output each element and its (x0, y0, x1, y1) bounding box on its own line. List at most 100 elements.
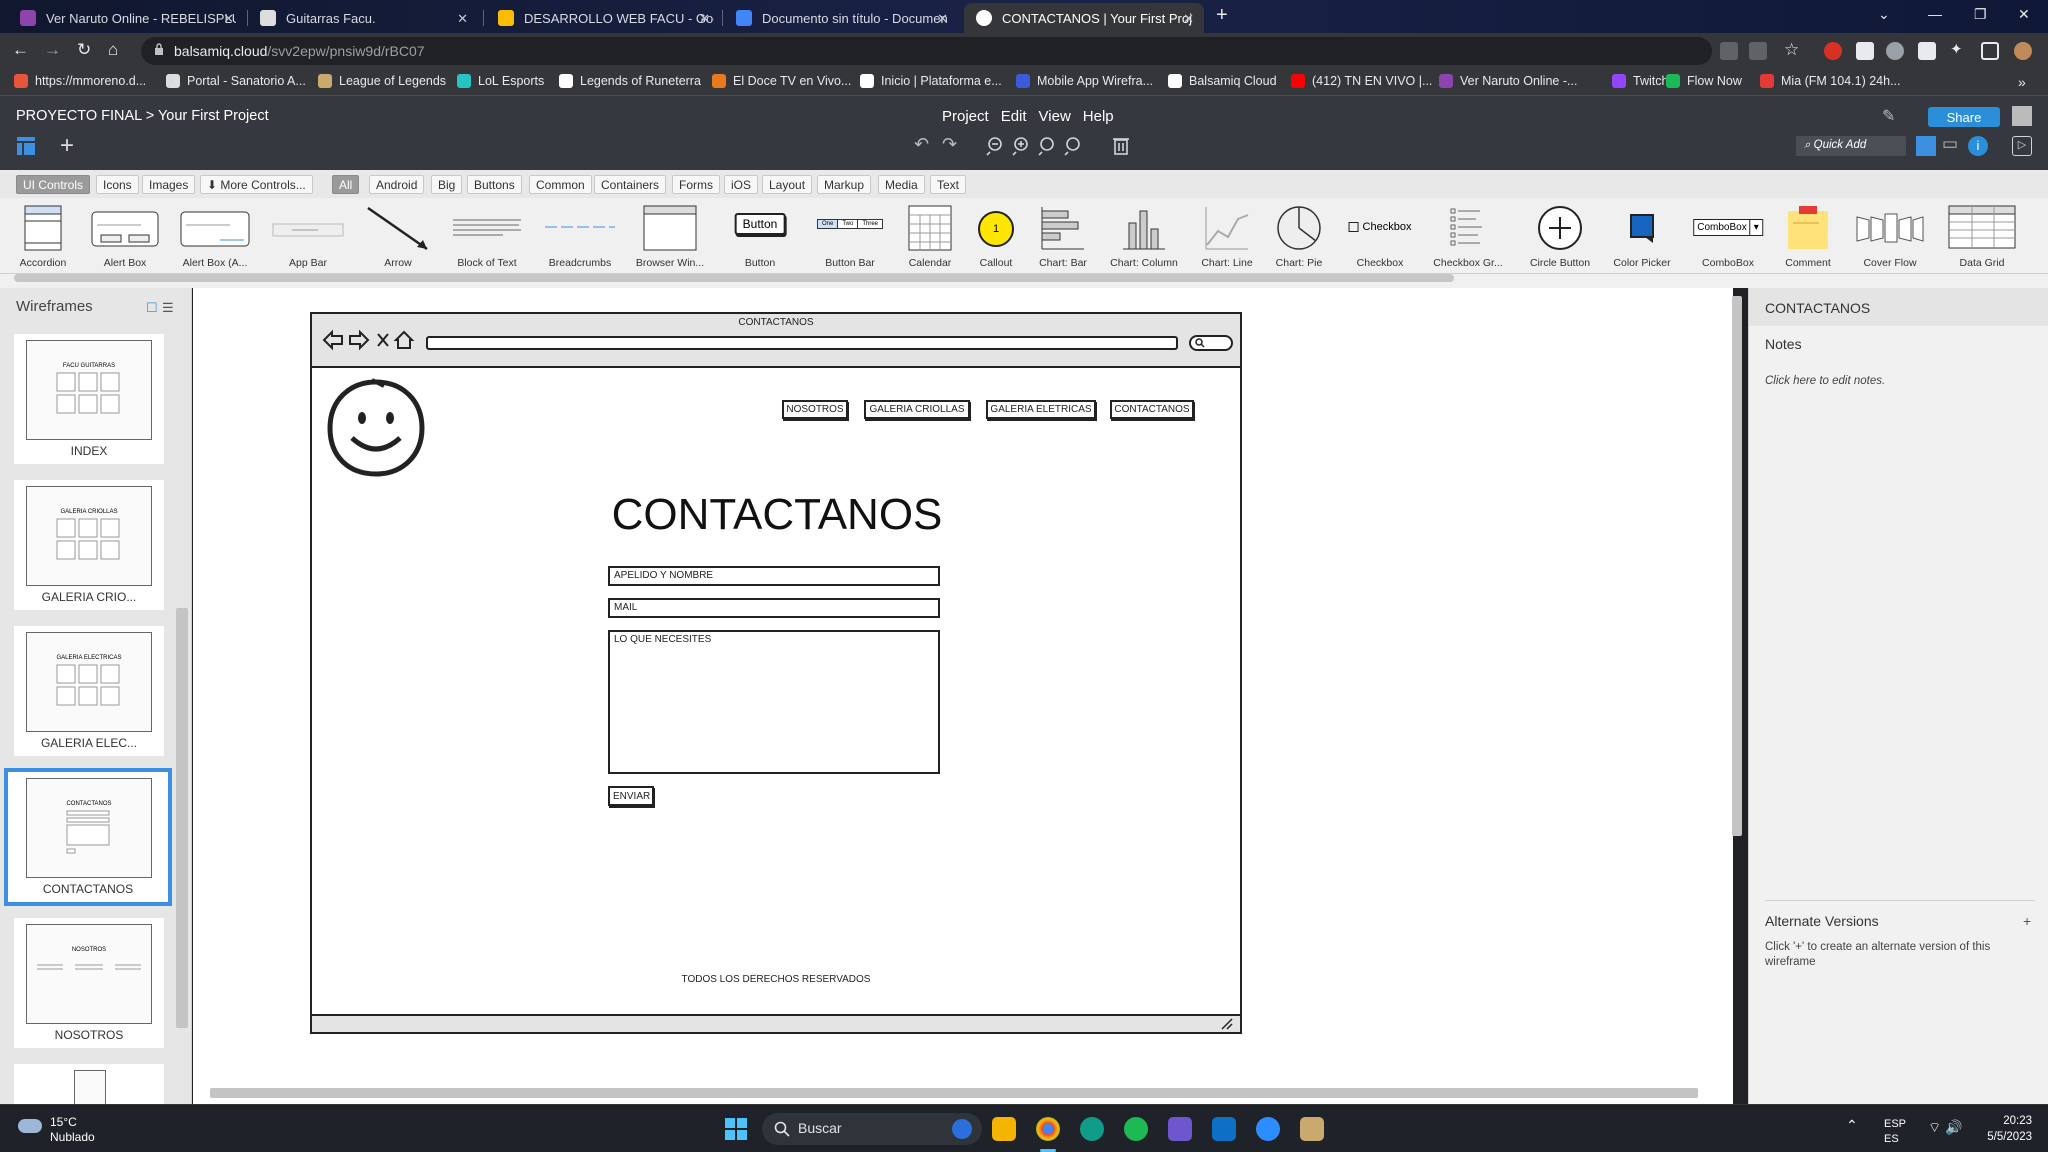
file-explorer-icon[interactable] (992, 1117, 1016, 1141)
grid-view-icon[interactable] (1916, 136, 1936, 156)
category-text[interactable]: Text (930, 175, 967, 194)
back-icon[interactable]: ← (12, 40, 29, 60)
bookmark-item[interactable]: El Doce TV en Vivo... (712, 74, 851, 88)
thumbnail-view-icon[interactable]: ☐ (146, 300, 158, 316)
bookmark-item[interactable]: Twitch (1612, 74, 1668, 88)
bookmarks-overflow-button[interactable]: » (2018, 74, 2026, 90)
info-icon[interactable]: i (1968, 136, 1988, 156)
redo-icon[interactable]: ↷ (942, 134, 957, 155)
bookmark-item[interactable]: Flow Now (1666, 74, 1742, 88)
wireframe-thumb-index[interactable]: FACU GUITARRAS INDEX (14, 334, 164, 464)
menu-view[interactable]: View (1039, 108, 1071, 125)
wireframe-thumb-more[interactable] (14, 1064, 164, 1106)
filter-icons[interactable]: Icons (96, 175, 139, 194)
new-tab-button[interactable]: + (1216, 4, 1228, 27)
trash-icon[interactable] (1110, 134, 1132, 156)
canvas-horizontal-scrollbar[interactable] (210, 1088, 1698, 1098)
league-client-icon[interactable] (1300, 1117, 1324, 1141)
category-all[interactable]: All (332, 175, 360, 194)
wireframe-browser-window[interactable]: CONTACTANOS NOSOTROS GALERIA CRIOLLAS GA… (310, 312, 1242, 1034)
bookmark-item[interactable]: Portal - Sanatorio A... (166, 74, 306, 88)
bookmark-item[interactable]: Mia (FM 104.1) 24h... (1760, 74, 1901, 88)
category-buttons[interactable]: Buttons (467, 175, 522, 194)
category-layout[interactable]: Layout (762, 175, 813, 194)
weather-widget[interactable]: 15°C Nublado (18, 1115, 95, 1145)
windows-start-icon[interactable] (724, 1117, 748, 1141)
category-forms[interactable]: Forms (672, 175, 720, 194)
bookmark-star-icon[interactable]: ☆ (1784, 40, 1799, 60)
edit-pencil-icon[interactable]: ✎ (1882, 106, 1895, 126)
network-volume-icon[interactable]: ⌔ 🔊 (1928, 1119, 1962, 1137)
category-markup[interactable]: Markup (817, 175, 872, 194)
bookmark-item[interactable]: LoL Esports (457, 74, 544, 88)
bookmark-item[interactable]: Legends of Runeterra (559, 74, 701, 88)
quick-add-input[interactable]: ⌕ Quick Add (1796, 136, 1906, 156)
bookmark-item[interactable]: Mobile App Wirefra... (1016, 74, 1153, 88)
bookmark-item[interactable]: Inicio | Plataforma e... (860, 74, 1002, 88)
tab-desarrollo[interactable]: DESARROLLO WEB FACU - Goog ✕ (486, 3, 720, 33)
minimize-icon[interactable]: — (1928, 6, 1942, 22)
bookmark-item[interactable]: Balsamiq Cloud (1168, 74, 1277, 88)
add-alternate-version-button[interactable]: + (2023, 913, 2031, 929)
edge-icon[interactable] (1080, 1117, 1104, 1141)
app-icon[interactable] (1168, 1117, 1192, 1141)
category-containers[interactable]: Containers (594, 175, 667, 194)
category-big[interactable]: Big (431, 175, 463, 194)
user-avatar[interactable] (2012, 106, 2032, 126)
tab-naruto[interactable]: Ver Naruto Online - REBELISPLUS ✕ (8, 3, 244, 33)
share-page-icon[interactable] (1749, 42, 1767, 60)
filter-ui-controls[interactable]: UI Controls (16, 175, 91, 194)
wireframe-thumb-galeria-electricas[interactable]: GALERIA ELECTRICAS GALERIA ELEC... (14, 626, 164, 756)
canvas-vertical-scrollbar[interactable] (1732, 296, 1742, 836)
taskbar-search-field[interactable]: Buscar (762, 1113, 982, 1145)
tab-contactanos[interactable]: CONTACTANOS | Your First Proje ✕ (964, 3, 1204, 33)
profile-avatar[interactable] (2014, 42, 2032, 60)
language-indicator[interactable]: ESP ES (1884, 1117, 1906, 1147)
close-icon[interactable]: ✕ (223, 11, 234, 27)
present-icon[interactable]: ▷ (2012, 136, 2032, 156)
tray-overflow-icon[interactable]: ⌃ (1846, 1117, 1858, 1134)
category-ios[interactable]: iOS (724, 175, 759, 194)
notes-edit-area[interactable]: Click here to edit notes. (1765, 375, 1885, 387)
list-view-icon[interactable]: ☰ (162, 300, 174, 316)
tab-search-icon[interactable]: ⌄ (1878, 6, 1890, 23)
more-controls-button[interactable]: ⬇ More Controls... (200, 175, 313, 194)
comments-icon[interactable]: ▭ (1942, 134, 1958, 154)
bookmark-item[interactable]: Ver Naruto Online -... (1439, 74, 1577, 88)
chrome-icon[interactable] (1036, 1117, 1060, 1141)
home-icon[interactable]: ⌂ (108, 40, 118, 60)
category-media[interactable]: Media (878, 175, 925, 194)
extension-icon[interactable] (1918, 42, 1936, 60)
extension-icon[interactable] (1886, 42, 1904, 60)
bookmark-item[interactable]: (412) TN EN VIVO |... (1291, 74, 1432, 88)
category-common[interactable]: Common (529, 175, 592, 194)
menu-project[interactable]: Project (942, 108, 989, 125)
wireframe-thumb-galeria-criollas[interactable]: GALERIA CRIOLLAS GALERIA CRIO... (14, 480, 164, 610)
project-breadcrumb[interactable]: PROYECTO FINAL > Your First Project (16, 108, 269, 124)
close-window-icon[interactable]: ✕ (2018, 6, 2030, 23)
extension-icon[interactable] (1824, 42, 1842, 60)
wireframe-thumb-contactanos[interactable]: CONTACTANOS CONTACTANOS (4, 768, 172, 906)
wireframes-panel-icon[interactable] (16, 136, 36, 156)
taskbar-clock[interactable]: 20:23 5/5/2023 (1976, 1113, 2032, 1145)
forward-icon[interactable]: → (44, 40, 61, 60)
close-icon[interactable]: ✕ (699, 11, 710, 27)
bookmark-item[interactable]: League of Legends (318, 74, 446, 88)
tab-guitarras[interactable]: Guitarras Facu. ✕ (248, 3, 478, 33)
reload-icon[interactable]: ↻ (77, 40, 91, 60)
url-field[interactable]: balsamiq.cloud/svv2epw/pnsiw9d/rBC07 (141, 37, 1712, 65)
controls-scrollbar[interactable] (14, 274, 1454, 282)
close-icon[interactable]: ✕ (1183, 11, 1194, 27)
menu-edit[interactable]: Edit (1001, 108, 1027, 125)
zoom-icon[interactable] (1256, 1117, 1280, 1141)
spotify-icon[interactable] (1124, 1117, 1148, 1141)
extensions-puzzle-icon[interactable]: ✦ (1950, 40, 1963, 58)
wireframe-thumb-nosotros[interactable]: NOSOTROS NOSOTROS (14, 918, 164, 1048)
category-android[interactable]: Android (369, 175, 425, 194)
close-icon[interactable]: ✕ (457, 11, 468, 27)
vscode-icon[interactable] (1212, 1117, 1236, 1141)
share-button[interactable]: Share (1928, 107, 2000, 127)
menu-help[interactable]: Help (1083, 108, 1114, 125)
translate-icon[interactable] (1720, 42, 1738, 60)
extension-icon[interactable] (1856, 42, 1874, 60)
